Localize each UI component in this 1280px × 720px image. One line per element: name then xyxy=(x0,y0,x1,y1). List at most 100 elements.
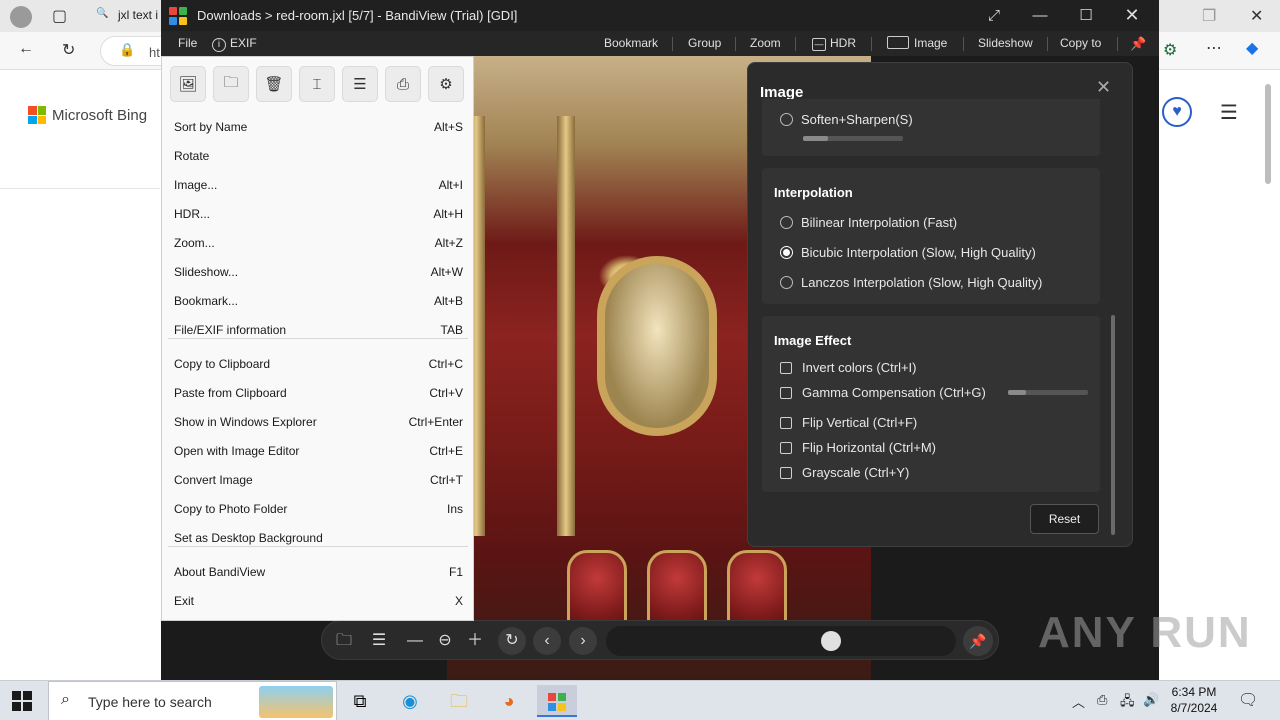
menu-item-paste-from-clipboard[interactable]: Paste from Clipboard Ctrl+V xyxy=(162,379,475,408)
zoom-reset-icon[interactable]: — xyxy=(401,627,429,655)
menu-zoom[interactable]: Zoom xyxy=(750,36,781,50)
edge-icon[interactable]: ◉ xyxy=(390,685,430,717)
menu-separator xyxy=(168,546,468,547)
folder-icon[interactable]: 🗀 xyxy=(213,66,249,102)
gamma-slider[interactable] xyxy=(1008,390,1088,395)
hamburger-menu-icon[interactable]: ☰ xyxy=(1220,100,1238,125)
zoom-in-icon[interactable]: ＋ xyxy=(461,627,489,655)
rotate-icon[interactable]: ↻ xyxy=(498,627,526,655)
menu-item-exit[interactable]: Exit X xyxy=(162,587,475,616)
hdr-icon: — xyxy=(812,38,826,51)
grayscale-checkbox[interactable]: Grayscale (Ctrl+Y) xyxy=(780,465,909,480)
menu-item-bookmark[interactable]: Bookmark... Alt+B xyxy=(162,287,475,316)
menu-item-slideshow[interactable]: Slideshow... Alt+W xyxy=(162,258,475,287)
lanczos-radio[interactable]: Lanczos Interpolation (Slow, High Qualit… xyxy=(780,275,1042,290)
trash-icon[interactable]: 🗑 xyxy=(256,66,292,102)
menu-item-show-in-windows-explorer[interactable]: Show in Windows Explorer Ctrl+Enter xyxy=(162,408,475,437)
menu-item-image[interactable]: Image... Alt+I xyxy=(162,171,475,200)
menu-file[interactable]: File xyxy=(178,36,197,50)
notification-icon[interactable]: 🗨 xyxy=(1238,690,1258,710)
bing-logo[interactable]: Microsoft Bing xyxy=(28,106,147,124)
flip-horizontal-checkbox[interactable]: Flip Horizontal (Ctrl+M) xyxy=(780,440,936,455)
pin-toolbar-icon[interactable]: 📌 xyxy=(963,626,993,656)
menu-group[interactable]: Group xyxy=(688,36,721,50)
menu-item-copy-to-photo-folder[interactable]: Copy to Photo Folder Ins xyxy=(162,495,475,524)
menu-copy-to[interactable]: Copy to xyxy=(1060,36,1101,50)
firefox-icon[interactable]: ◕ xyxy=(489,685,529,717)
clock-date: 8/7/2024 xyxy=(1170,701,1218,715)
extension-icon[interactable]: ⚙ xyxy=(1163,40,1177,60)
close-icon[interactable]: ✕ xyxy=(1109,0,1155,31)
menu-item-sort-by-name[interactable]: Sort by Name Alt+S xyxy=(162,113,475,142)
menu-bookmark[interactable]: Bookmark xyxy=(604,36,658,50)
reset-button[interactable]: Reset xyxy=(1030,504,1099,534)
menu-item-about-bandiview[interactable]: About BandiView F1 xyxy=(162,558,475,587)
minimize-icon[interactable]: — xyxy=(1017,0,1063,31)
list-icon[interactable]: ☰ xyxy=(365,627,393,655)
menu-item-rotate[interactable]: Rotate xyxy=(162,142,475,171)
gear-icon[interactable]: ⚙ xyxy=(428,66,464,102)
tray-chevron-icon[interactable]: ︿ xyxy=(1072,692,1085,711)
taskbar-search[interactable]: ⌕ Type here to search xyxy=(48,681,337,720)
menu-exif[interactable]: i EXIF xyxy=(212,36,257,52)
menu-item-label: About BandiView xyxy=(174,565,266,579)
bandiview-taskbar-icon[interactable] xyxy=(537,685,577,717)
fullscreen-icon[interactable]: ⤢ xyxy=(971,0,1017,31)
menu-item-set-as-desktop-background[interactable]: Set as Desktop Background xyxy=(162,524,475,553)
refresh-icon[interactable]: ↻ xyxy=(62,40,75,60)
browser-scroll-thumb[interactable] xyxy=(1265,84,1271,184)
browser-tab-label[interactable]: jxl text i xyxy=(118,8,158,22)
menu-item-file-exif-information[interactable]: File/EXIF information TAB xyxy=(162,316,475,345)
bicubic-radio[interactable]: Bicubic Interpolation (Slow, High Qualit… xyxy=(780,245,1036,260)
menu-item-convert-image[interactable]: Convert Image Ctrl+T xyxy=(162,466,475,495)
open-folder-icon[interactable]: 🗀 xyxy=(330,627,358,655)
back-icon[interactable]: ← xyxy=(18,40,34,58)
menu-item-hdr[interactable]: HDR... Alt+H xyxy=(162,200,475,229)
rename-icon[interactable]: ⌶ xyxy=(299,66,335,102)
panel-scrollbar[interactable] xyxy=(1111,315,1115,535)
list-icon[interactable]: ☰ xyxy=(342,66,378,102)
image-adjust-icon xyxy=(887,36,909,49)
gamma-checkbox[interactable]: Gamma Compensation (Ctrl+G) xyxy=(780,385,986,400)
network-icon[interactable]: 🖧 xyxy=(1120,692,1135,714)
start-icon[interactable] xyxy=(12,691,32,711)
title-bar[interactable]: Downloads > red-room.jxl [5/7] - BandiVi… xyxy=(161,0,1159,31)
invert-checkbox[interactable]: Invert colors (Ctrl+I) xyxy=(780,360,917,375)
tray-device-icon[interactable]: ⎙ xyxy=(1097,692,1107,708)
print-icon[interactable]: ⎙ xyxy=(385,66,421,102)
browser-close-icon[interactable]: ✕ xyxy=(1250,6,1263,26)
tab-actions-icon[interactable]: ▢ xyxy=(52,6,67,26)
bilinear-radio[interactable]: Bilinear Interpolation (Fast) xyxy=(780,215,957,230)
seek-bar[interactable] xyxy=(606,626,956,656)
soften-sharpen-slider[interactable] xyxy=(803,136,903,141)
rewards-icon[interactable]: ♥ xyxy=(1162,97,1192,127)
panel-close-icon[interactable]: ✕ xyxy=(1096,77,1111,98)
menu-item-open-with-image-editor[interactable]: Open with Image Editor Ctrl+E xyxy=(162,437,475,466)
pin-icon[interactable]: 📌 xyxy=(1130,36,1146,52)
next-icon[interactable]: › xyxy=(569,627,597,655)
taskbar: ⌕ Type here to search ⧉ ◉ 🗀 ◕ ︿ ⎙ 🖧 🔊 6:… xyxy=(0,680,1280,720)
image-effect-group: Image Effect Invert colors (Ctrl+I) Gamm… xyxy=(762,316,1100,492)
seek-knob[interactable] xyxy=(820,631,841,651)
file-explorer-icon[interactable]: 🗀 xyxy=(439,685,479,717)
image-icon[interactable]: 🖼 xyxy=(170,66,206,102)
checkbox-icon xyxy=(780,387,792,399)
zoom-out-icon[interactable]: ⊖ xyxy=(431,627,459,655)
flip-vertical-checkbox[interactable]: Flip Vertical (Ctrl+F) xyxy=(780,415,917,430)
copilot-icon[interactable]: ◆ xyxy=(1246,38,1258,58)
task-view-icon[interactable]: ⧉ xyxy=(340,685,380,717)
soften-sharpen-radio[interactable]: Soften+Sharpen(S) xyxy=(780,112,913,127)
menu-slideshow[interactable]: Slideshow xyxy=(978,36,1033,50)
previous-icon[interactable]: ‹ xyxy=(533,627,561,655)
browser-scrollbar[interactable] xyxy=(1262,72,1274,672)
more-options-icon[interactable]: ⋯ xyxy=(1206,38,1222,58)
menu-item-copy-to-clipboard[interactable]: Copy to Clipboard Ctrl+C xyxy=(162,350,475,379)
menu-image[interactable]: Image xyxy=(887,36,947,50)
profile-icon[interactable] xyxy=(10,6,32,28)
taskbar-clock[interactable]: 6:34 PM 8/7/2024 xyxy=(1166,684,1222,716)
browser-restore-icon[interactable]: ❐ xyxy=(1202,6,1216,26)
menu-item-zoom[interactable]: Zoom... Alt+Z xyxy=(162,229,475,258)
menu-hdr[interactable]: — HDR xyxy=(812,36,856,51)
maximize-icon[interactable]: ☐ xyxy=(1063,0,1109,31)
volume-icon[interactable]: 🔊 xyxy=(1143,692,1159,708)
